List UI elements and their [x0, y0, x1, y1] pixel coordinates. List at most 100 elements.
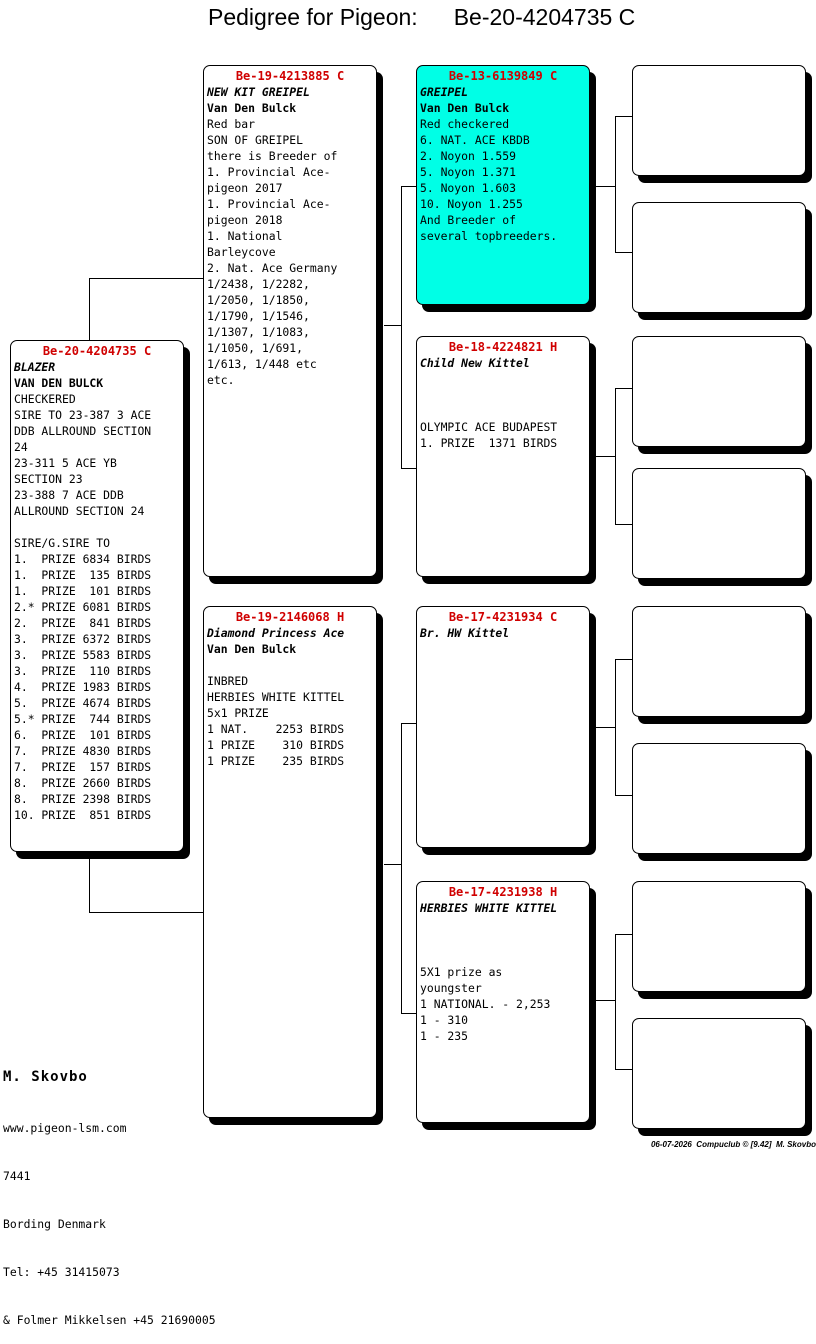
title-ring-number: Be-20-4204735 C	[453, 4, 636, 30]
ring-number: Be-18-4224821 H	[448, 340, 558, 354]
detail-line: 7. PRIZE 157 BIRDS	[14, 760, 152, 774]
connector-line	[89, 278, 204, 279]
detail-line: 1/2438, 1/2282,	[207, 277, 310, 291]
connector-line	[596, 456, 615, 457]
ancestor-card-empty[interactable]	[632, 881, 806, 992]
breeder-website[interactable]: www.pigeon-lsm.com	[3, 1120, 216, 1136]
detail-line: Barleycove	[207, 245, 276, 259]
detail-line: youngster	[420, 981, 482, 995]
detail-line: 8. PRIZE 2660 BIRDS	[14, 776, 152, 790]
detail-line: SECTION 23	[14, 472, 83, 486]
pigeon-owner: VAN DEN BULCK	[14, 376, 104, 390]
connector-line	[401, 186, 417, 187]
detail-line: 1/1307, 1/1083,	[207, 325, 310, 339]
connector-line	[596, 186, 615, 187]
ancestor-card-empty[interactable]	[632, 336, 806, 447]
detail-line: 2. Noyon 1.559	[420, 149, 517, 163]
detail-line: 1. PRIZE 101 BIRDS	[14, 584, 152, 598]
connector-line	[596, 727, 615, 728]
detail-line: 2. Nat. Ace Germany	[207, 261, 338, 275]
pigeon-name: GREIPEL	[420, 85, 469, 99]
ancestor-card-empty[interactable]	[632, 1018, 806, 1129]
detail-line: 1 PRIZE 310 BIRDS	[207, 738, 345, 752]
detail-line	[14, 519, 180, 535]
detail-line: 3. PRIZE 5583 BIRDS	[14, 648, 152, 662]
sire-card[interactable]: Be-19-4213885 C NEW KIT GREIPEL Van Den …	[203, 65, 377, 577]
detail-line: 5. Noyon 1.603	[420, 181, 517, 195]
detail-line: several topbreeders.	[420, 229, 558, 243]
connector-line	[615, 934, 633, 935]
detail-line: SON OF GREIPEL	[207, 133, 304, 147]
detail-line: 1 PRIZE 235 BIRDS	[207, 754, 345, 768]
dam-card[interactable]: Be-19-2146068 H Diamond Princess Ace Van…	[203, 606, 377, 1118]
connector-line	[615, 388, 633, 389]
pigeon-name: NEW KIT GREIPEL	[207, 85, 310, 99]
page-title: Pedigree for Pigeon: Be-20-4204735 C	[208, 4, 635, 31]
detail-line: pigeon 2017	[207, 181, 283, 195]
pigeon-details: OLYMPIC ACE BUDAPEST 1. PRIZE 1371 BIRDS	[420, 387, 586, 451]
connector-line	[401, 1013, 417, 1014]
ring-number: Be-20-4204735 C	[42, 344, 152, 358]
detail-line: 23-388 7 ACE DDB	[14, 488, 124, 502]
pigeon-details: Red bar SON OF GREIPEL there is Breeder …	[207, 116, 373, 388]
ancestor-card-empty[interactable]	[632, 65, 806, 176]
detail-line: 1/2050, 1/1850,	[207, 293, 310, 307]
pigeon-details: CHECKERED SIRE TO 23-387 3 ACE DDB ALLRO…	[14, 391, 180, 823]
detail-line: 5. Noyon 1.371	[420, 165, 517, 179]
detail-line: DDB ALLROUND SECTION	[14, 424, 152, 438]
detail-line: 1/1790, 1/1546,	[207, 309, 310, 323]
pigeon-details: INBRED HERBIES WHITE KITTEL 5x1 PRIZE 1 …	[207, 657, 373, 769]
pigeon-owner	[420, 371, 586, 387]
subject-pigeon-card[interactable]: Be-20-4204735 C BLAZER VAN DEN BULCK CHE…	[10, 340, 184, 852]
ring-number: Be-19-2146068 H	[235, 610, 345, 624]
ancestor-card-empty[interactable]	[632, 202, 806, 313]
detail-line: 5x1 PRIZE	[207, 706, 269, 720]
detail-line: 1/613, 1/448 etc	[207, 357, 317, 371]
detail-line: INBRED	[207, 674, 249, 688]
detail-line: Red checkered	[420, 117, 510, 131]
detail-line: 1. Provincial Ace-	[207, 165, 331, 179]
sire-dam-card[interactable]: Be-18-4224821 H Child New Kittel OLYMPIC…	[416, 336, 590, 577]
detail-line: 2. PRIZE 841 BIRDS	[14, 616, 152, 630]
connector-line	[615, 116, 616, 253]
dam-dam-card[interactable]: Be-17-4231938 H HERBIES WHITE KITTEL 5X1…	[416, 881, 590, 1123]
detail-line: OLYMPIC ACE BUDAPEST	[420, 420, 558, 434]
breeder-partner: & Folmer Mikkelsen +45 21690005	[3, 1313, 216, 1327]
detail-line: 8. PRIZE 2398 BIRDS	[14, 792, 152, 806]
pigeon-details: 5X1 prize as youngster 1 NATIONAL. - 2,2…	[420, 932, 586, 1044]
sire-sire-card[interactable]: Be-13-6139849 C GREIPEL Van Den Bulck Re…	[416, 65, 590, 305]
detail-line: And Breeder of	[420, 213, 517, 227]
detail-line: SIRE TO 23-387 3 ACE	[14, 408, 152, 422]
detail-line: 1. PRIZE 135 BIRDS	[14, 568, 152, 582]
title-label: Pedigree for Pigeon:	[208, 4, 418, 30]
pigeon-owner: Van Den Bulck	[207, 642, 297, 656]
connector-line	[615, 934, 616, 1070]
detail-line: 1. PRIZE 1371 BIRDS	[420, 436, 558, 450]
detail-line: HERBIES WHITE KITTEL	[207, 690, 345, 704]
ancestor-card-empty[interactable]	[632, 743, 806, 854]
detail-line: 3. PRIZE 6372 BIRDS	[14, 632, 152, 646]
breeder-city: Bording Denmark	[3, 1217, 106, 1231]
detail-line: 24	[14, 440, 28, 454]
breeder-postcode: 7441	[3, 1169, 31, 1183]
detail-line: there is Breeder of	[207, 149, 338, 163]
footer-credit: 06-07-2026 Compuclub © [9.42] M. Skovbo	[650, 1140, 816, 1149]
detail-line: Red bar	[207, 117, 256, 131]
connector-line	[384, 325, 401, 326]
connector-line	[401, 186, 402, 468]
connector-line	[615, 252, 633, 253]
ancestor-card-empty[interactable]	[632, 606, 806, 717]
detail-line	[420, 387, 586, 403]
detail-line: 6. PRIZE 101 BIRDS	[14, 728, 152, 742]
dam-sire-card[interactable]: Be-17-4231934 C Br. HW Kittel	[416, 606, 590, 848]
detail-line: 23-311 5 ACE YB	[14, 456, 117, 470]
breeder-info: M. Skovbo www.pigeon-lsm.com 7441 Bordin…	[3, 1034, 216, 1344]
connector-line	[615, 524, 633, 525]
connector-line	[401, 468, 417, 469]
detail-line: 1. National	[207, 229, 283, 243]
ring-number: Be-13-6139849 C	[448, 69, 558, 83]
ancestor-card-empty[interactable]	[632, 468, 806, 579]
detail-line: 1 NAT. 2253 BIRDS	[207, 722, 345, 736]
detail-line: CHECKERED	[14, 392, 76, 406]
pigeon-details: Red checkered 6. NAT. ACE KBDB 2. Noyon …	[420, 116, 586, 244]
